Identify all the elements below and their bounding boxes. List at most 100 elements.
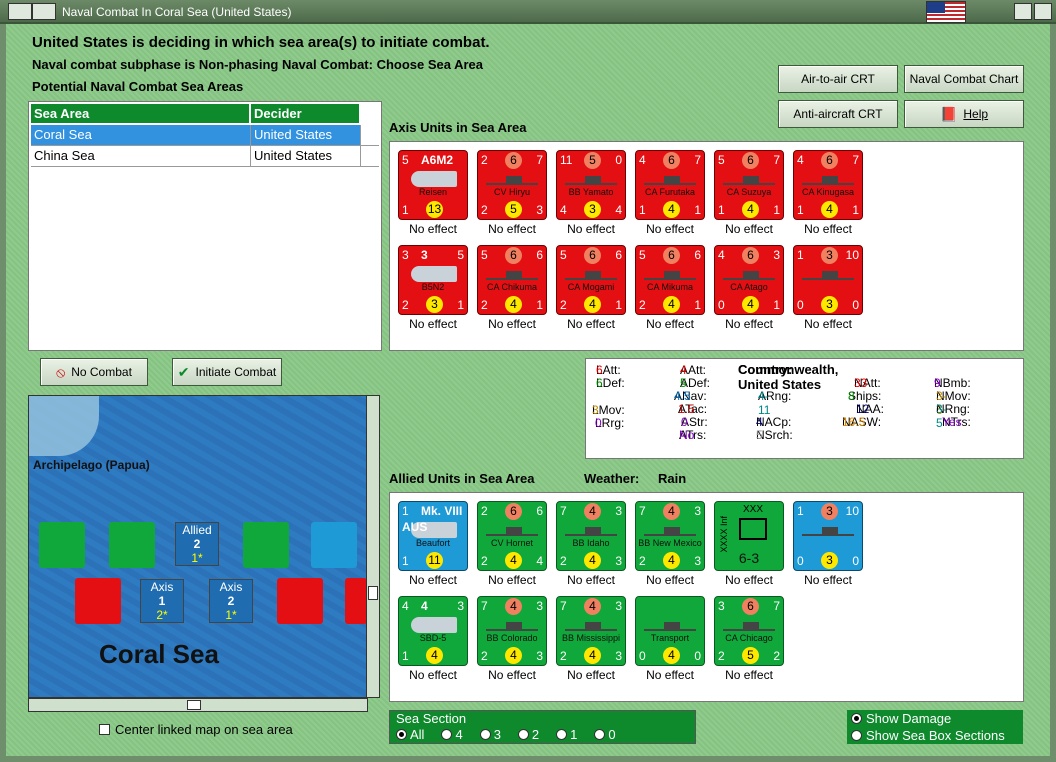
- unit-top-right-value: 3: [457, 599, 464, 613]
- sea-area-map[interactable]: Archipelago (Papua) Allied 2 1* Axis 1 2…: [28, 395, 368, 698]
- unit-name: BB New Mexico: [638, 538, 702, 548]
- column-header-sea-area[interactable]: Sea Area: [31, 104, 251, 123]
- unit-effect-label: No effect: [567, 668, 615, 682]
- unit-counter[interactable]: 4 7 1 1 6 4 CA Kinugasa: [793, 150, 863, 220]
- unit-bottom-left-value: 2: [481, 298, 488, 312]
- checkbox-box[interactable]: [99, 724, 110, 735]
- initiate-combat-button[interactable]: ✔ Initiate Combat: [172, 358, 282, 386]
- unit-effect-label: No effect: [725, 222, 773, 236]
- help-button[interactable]: 📕 Help: [904, 100, 1024, 128]
- radio-dot[interactable]: [517, 729, 529, 740]
- air-to-air-crt-button[interactable]: Air-to-air CRT: [778, 65, 898, 93]
- column-header-decider[interactable]: Decider: [251, 104, 361, 123]
- map-unit-counter[interactable]: [75, 578, 121, 624]
- radio-dot[interactable]: [851, 713, 862, 724]
- unit-top-left-value: 5: [560, 248, 567, 262]
- radio-dot[interactable]: [594, 729, 606, 740]
- unit-counter[interactable]: 7 3 2 3 4 4 BB Colorado: [477, 596, 547, 666]
- map-unit-counter[interactable]: [311, 522, 357, 568]
- ship-icon: [486, 526, 538, 536]
- show-damage-radio[interactable]: Show Damage: [847, 710, 1023, 727]
- radio-dot[interactable]: [556, 729, 568, 740]
- sea-section-radio-1[interactable]: 1: [556, 727, 577, 742]
- naval-combat-chart-button[interactable]: Naval Combat Chart: [904, 65, 1024, 93]
- map-vertical-scrollbar[interactable]: [366, 395, 380, 698]
- unit-counter[interactable]: 4 3 0 1 6 4 CA Atago: [714, 245, 784, 315]
- unit-counter[interactable]: 2 6 2 4 6 4 CV Hornet: [477, 501, 547, 571]
- scroll-thumb[interactable]: [368, 586, 378, 600]
- unit-name: Beaufort: [415, 538, 451, 548]
- unit-counter[interactable]: 5 6 2 1 6 4 CA Mogami: [556, 245, 626, 315]
- unit-counter[interactable]: 7 3 2 3 4 4 BB New Mexico: [635, 501, 705, 571]
- unit-top-value: 6: [505, 152, 522, 169]
- unit-counter[interactable]: 11 0 4 4 5 3 BB Yamato: [556, 150, 626, 220]
- radio-label: 4: [455, 727, 463, 742]
- unit-bottom-right-value: 3: [536, 203, 543, 217]
- sea-section-radio-2[interactable]: 2: [517, 727, 539, 742]
- minimize-button[interactable]: [32, 3, 56, 20]
- unit-counter[interactable]: 7 3 2 3 4 4 BB Mississippi: [556, 596, 626, 666]
- unit-counter[interactable]: 1 10 0 0 3 3: [793, 501, 863, 571]
- unit-counter[interactable]: 4 7 1 1 6 4 CA Furutaka: [635, 150, 705, 220]
- unit-top-left-value: 5: [402, 153, 409, 167]
- table-row[interactable]: Coral Sea United States: [31, 125, 379, 146]
- center-map-checkbox[interactable]: Center linked map on sea area: [99, 722, 293, 737]
- map-unit-counter[interactable]: [345, 578, 367, 624]
- sea-box-axis-1[interactable]: Axis 1 2*: [140, 579, 184, 623]
- radio-dot[interactable]: [479, 729, 491, 740]
- sea-box-axis-2-number: 2: [227, 594, 235, 608]
- sea-box-axis-2[interactable]: Axis 2 1*: [209, 579, 253, 623]
- unit-top-value: Mk. VIII: [421, 504, 463, 518]
- unit-counter[interactable]: 5 6 2 1 6 4 CA Chikuma: [477, 245, 547, 315]
- table-row[interactable]: China Sea United States: [31, 146, 379, 167]
- no-combat-button[interactable]: ⦸ No Combat: [40, 358, 148, 386]
- unit-counter[interactable]: 4 3 1 4 4 SBD-5: [398, 596, 468, 666]
- unit-counter[interactable]: 5 6 2 1 6 4 CA Mikuma: [635, 245, 705, 315]
- show-sea-box-sections-radio[interactable]: Show Sea Box Sections: [847, 727, 1023, 744]
- scroll-thumb[interactable]: [187, 700, 201, 710]
- maximize-button[interactable]: [1014, 3, 1032, 20]
- map-unit-counter[interactable]: [39, 522, 85, 568]
- allied-units-label: Allied Units in Sea Area: [389, 471, 535, 486]
- unit-bottom-left-value: 0: [797, 298, 804, 312]
- unit-counter[interactable]: 1 10 0 0 3 3: [793, 245, 863, 315]
- sea-box-axis-1-label: Axis: [150, 580, 174, 594]
- sea-box-allied[interactable]: Allied 2 1*: [175, 522, 219, 566]
- unit-top-value: 6: [584, 247, 601, 264]
- sea-section-label: Sea Section: [396, 711, 467, 726]
- unit-counter[interactable]: 1 1 Mk. VIII 11 Beaufort AUS: [398, 501, 468, 571]
- unit-counter[interactable]: 2 7 2 3 6 5 CV Hiryu: [477, 150, 547, 220]
- unit-top-left-value: 3: [718, 599, 725, 613]
- radio-dot[interactable]: [441, 729, 453, 740]
- unit-counter[interactable]: 5 1 A6M2 13 Reisen: [398, 150, 468, 220]
- unit-effect-label: No effect: [409, 573, 457, 587]
- sea-section-radio-3[interactable]: 3: [479, 727, 501, 742]
- radio-dot[interactable]: [396, 729, 407, 740]
- unit-side-label: XXXX Inf: [719, 516, 729, 553]
- unit-counter[interactable]: 5 7 1 1 6 4 CA Suzuya: [714, 150, 784, 220]
- unit-counter[interactable]: 7 3 2 3 4 4 BB Idaho: [556, 501, 626, 571]
- map-unit-counter[interactable]: [109, 522, 155, 568]
- nasw-value: 16.5: [842, 415, 866, 429]
- sea-section-radio-all[interactable]: All: [396, 727, 424, 742]
- unit-effect-label: No effect: [804, 222, 852, 236]
- sea-box-axis-2-label: Axis: [219, 580, 243, 594]
- radio-dot[interactable]: [851, 730, 862, 741]
- close-button[interactable]: [1034, 3, 1052, 20]
- map-unit-counter[interactable]: [277, 578, 323, 624]
- map-unit-counter[interactable]: [243, 522, 289, 568]
- unit-counter[interactable]: XXX 6-3 XXXX Inf: [714, 501, 784, 571]
- sea-section-radio-4[interactable]: 4: [441, 727, 463, 742]
- unit-counter[interactable]: 3 5 2 1 3 3 B5N2: [398, 245, 468, 315]
- unit-counter[interactable]: 0 0 4 Transport: [635, 596, 705, 666]
- sea-section-radio-0[interactable]: 0: [594, 727, 616, 742]
- map-horizontal-scrollbar[interactable]: [28, 698, 368, 712]
- country-value: Commonwealth, United States: [738, 362, 839, 392]
- unit-counter[interactable]: 3 7 2 2 6 5 CA Chicago: [714, 596, 784, 666]
- unit-bottom-left-value: 1: [402, 649, 409, 663]
- anti-aircraft-crt-button[interactable]: Anti-aircraft CRT: [778, 100, 898, 128]
- system-menu-button[interactable]: [8, 3, 32, 20]
- weather-value: Rain: [658, 471, 687, 486]
- unit-bottom-left-value: 0: [797, 554, 804, 568]
- unit-bottom-right-value: 3: [694, 554, 701, 568]
